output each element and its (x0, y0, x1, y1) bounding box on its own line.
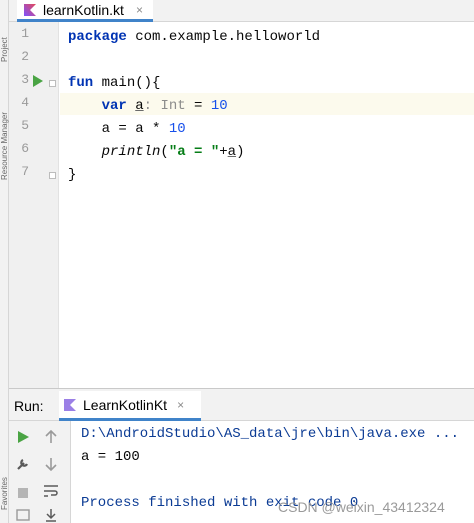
fold-icon[interactable] (49, 172, 56, 179)
close-icon[interactable]: × (136, 3, 143, 17)
variable-ref: a (101, 121, 111, 137)
operator: * (143, 121, 169, 137)
code-line-7: } (68, 164, 76, 186)
closing-brace: } (68, 167, 77, 183)
fold-icon[interactable] (49, 80, 56, 87)
project-tool-label[interactable]: Project (0, 2, 9, 62)
kotlin-file-icon (24, 3, 36, 16)
package-name: com.example.helloworld (126, 29, 321, 45)
line-number: 2 (21, 49, 29, 64)
tab-label: learnKotlin.kt (43, 1, 124, 18)
code-line-4: var a: Int = 10 (68, 95, 228, 117)
line-number: 4 (21, 95, 29, 110)
tab-learnkotlin[interactable]: learnKotlin.kt × (17, 0, 153, 22)
keyword: var (101, 98, 127, 114)
run-header: Run: LearnKotlinKt × (9, 389, 474, 421)
console-output-line: a = 100 (81, 449, 140, 465)
run-title: Run: (14, 398, 44, 414)
variable-ref: a (135, 121, 144, 137)
arrow-up-icon[interactable] (41, 427, 61, 447)
string-literal: "a = " (168, 144, 220, 160)
code-line-6: println("a = "+a) (68, 141, 245, 163)
editor-tab-bar: learnKotlin.kt × (9, 0, 474, 22)
paren: ( (160, 144, 169, 160)
left-tool-strip: Project Resource Manager Favorites (0, 0, 9, 523)
keyword: fun (68, 75, 94, 91)
wrench-icon[interactable] (13, 454, 33, 474)
number-literal: 10 (168, 121, 186, 137)
function-call: println (101, 144, 161, 160)
kotlin-run-config-icon (64, 398, 76, 411)
restore-layout-icon[interactable] (13, 505, 33, 523)
line-number: 1 (21, 26, 29, 41)
favorites-tool-label[interactable]: Favorites (0, 440, 9, 510)
close-icon[interactable]: × (177, 398, 184, 412)
operator: + (219, 144, 228, 160)
keyword: package (68, 29, 127, 45)
operator: = (185, 98, 211, 114)
run-toolbar (9, 421, 71, 523)
run-tab-learnkotlinkt[interactable]: LearnKotlinKt × (59, 391, 201, 421)
code-editor[interactable]: 1 2 3 4 5 6 7 package com.example.hellow… (9, 22, 474, 388)
variable-ref: a (227, 144, 237, 160)
line-number: 7 (21, 164, 29, 179)
arrow-down-icon[interactable] (41, 454, 61, 474)
code-area[interactable]: package com.example.helloworld fun main(… (60, 22, 474, 388)
run-gutter-icon[interactable] (33, 75, 43, 87)
stop-icon[interactable] (13, 483, 33, 503)
run-tab-label: LearnKotlinKt (83, 396, 168, 413)
line-number: 6 (21, 141, 29, 156)
code-line-5: a = a * 10 (68, 118, 186, 140)
type-hint: : Int (143, 98, 186, 114)
line-number: 3 (21, 72, 29, 87)
variable-name: a (135, 98, 144, 114)
operator: = (110, 121, 136, 137)
editor-gutter: 1 2 3 4 5 6 7 (9, 22, 59, 388)
code-line-3: fun main(){ (68, 72, 160, 94)
watermark: CSDN @weixin_43412324 (278, 499, 445, 515)
soft-wrap-icon[interactable] (41, 481, 61, 501)
scroll-to-end-icon[interactable] (41, 505, 61, 523)
paren: ) (236, 144, 245, 160)
function-signature: main(){ (93, 75, 161, 91)
line-number: 5 (21, 118, 29, 133)
resource-manager-tool-label[interactable]: Resource Manager (0, 70, 9, 180)
rerun-icon[interactable] (13, 427, 33, 447)
code-line-1: package com.example.helloworld (68, 26, 320, 48)
console-command: D:\AndroidStudio\AS_data\jre\bin\java.ex… (81, 426, 460, 442)
number-literal: 10 (210, 98, 228, 114)
